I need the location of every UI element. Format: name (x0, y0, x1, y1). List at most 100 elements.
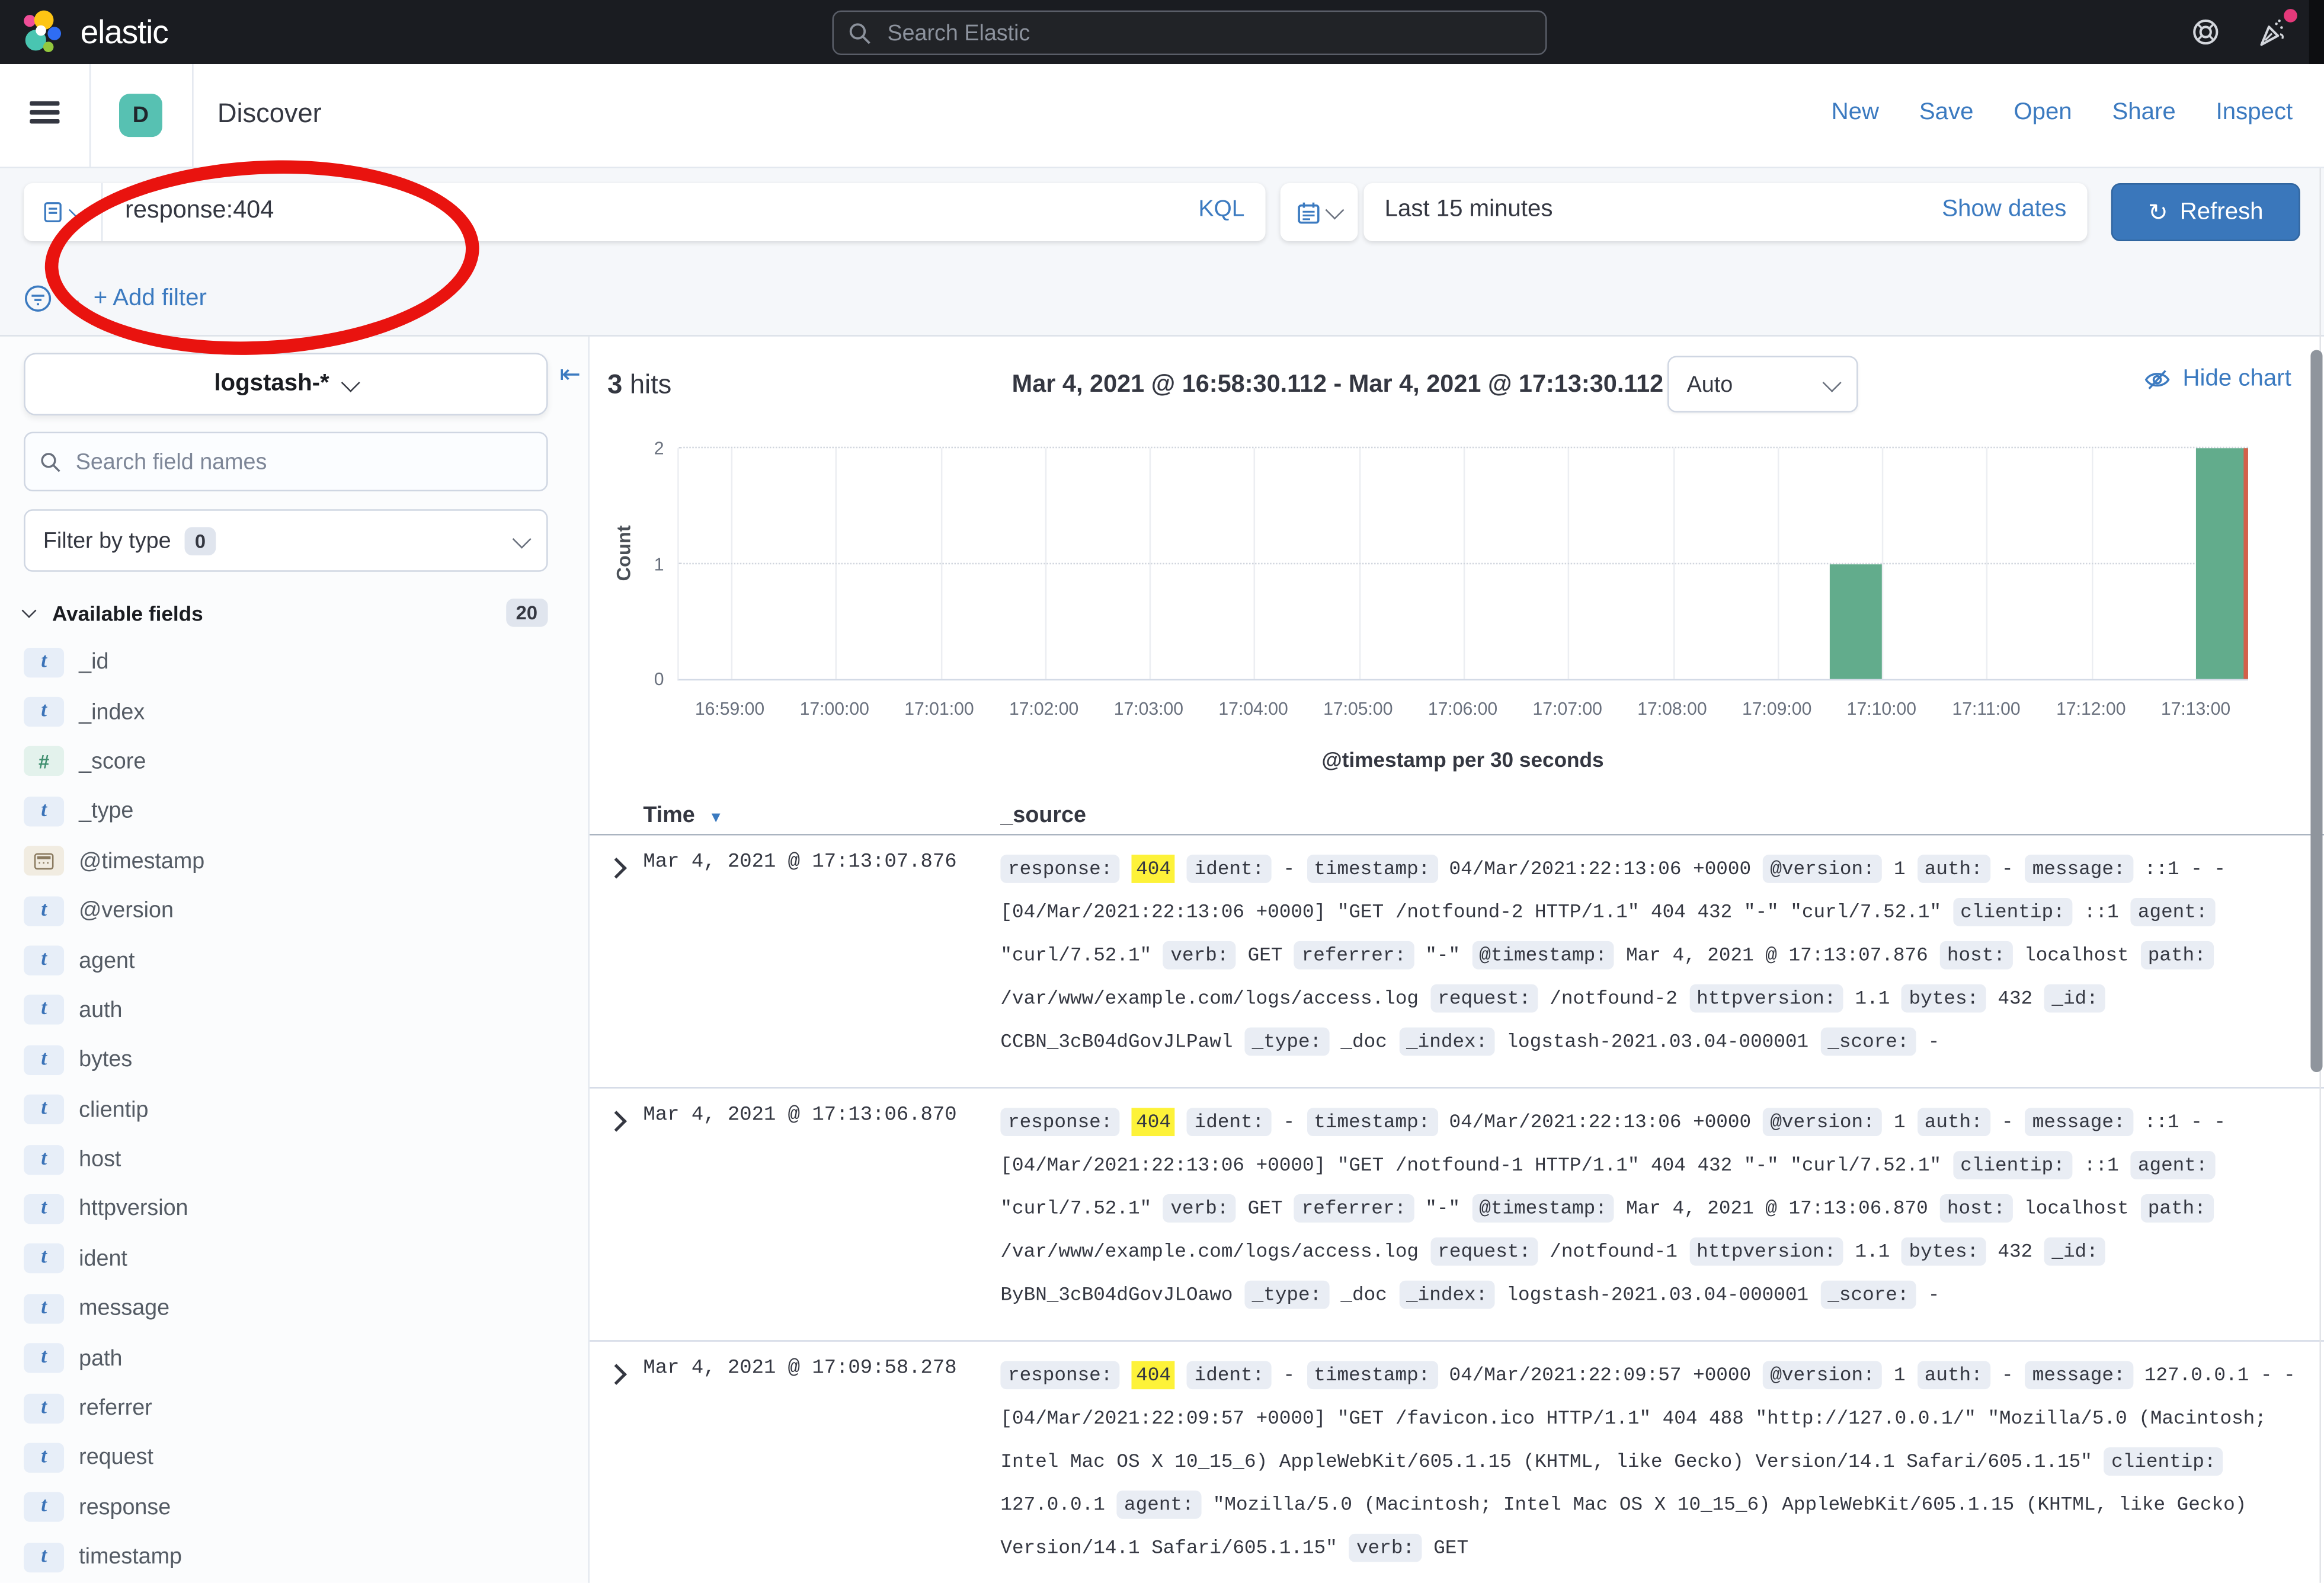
y-axis-tick-label: 2 (654, 438, 664, 459)
filter-icon[interactable] (24, 284, 52, 313)
field-name: _index (79, 699, 145, 725)
y-axis-tick-label: 1 (654, 553, 664, 574)
field-value: "curl/7.52.1" (1000, 1197, 1151, 1220)
appbar-action-open[interactable]: Open (2014, 100, 2072, 126)
global-search-input[interactable] (884, 18, 1530, 47)
sidebar-field-auth[interactable]: tauth (0, 986, 588, 1035)
query-input-value[interactable]: response:404 (125, 197, 274, 225)
interval-select[interactable]: Auto (1667, 356, 1858, 412)
field-name: @timestamp (79, 848, 204, 874)
sidebar-field-bytes[interactable]: tbytes (0, 1035, 588, 1085)
histogram-bar[interactable] (2196, 448, 2248, 679)
whats-new-icon[interactable] (2258, 17, 2288, 47)
field-search-input[interactable] (73, 447, 532, 476)
brand-name: elastic (81, 14, 168, 52)
scrollbar-thumb[interactable] (2310, 350, 2322, 1072)
sidebar-field-@timestamp[interactable]: @timestamp (0, 836, 588, 886)
sidebar-field-path[interactable]: tpath (0, 1333, 588, 1383)
document-time: Mar 4, 2021 @ 17:13:07.876 (643, 852, 956, 874)
field-value: 04/Mar/2021:22:09:57 +0000 (1449, 1364, 1751, 1386)
time-range-box: Last 15 minutes Show dates (1363, 183, 2087, 241)
document-source: response: 404 ident: - timestamp: 04/Mar… (1000, 836, 2324, 1082)
sidebar-field-clientip[interactable]: tclientip (0, 1085, 588, 1134)
hide-chart-button[interactable]: Hide chart (2144, 366, 2291, 393)
sidebar-field-response[interactable]: tresponse (0, 1483, 588, 1533)
scrollbar-top-cap (2309, 0, 2324, 64)
field-value: Mar 4, 2021 @ 17:13:06.870 (1626, 1197, 1928, 1220)
appbar-action-inspect[interactable]: Inspect (2216, 100, 2293, 126)
field-name: _id (79, 650, 108, 675)
document-source: response: 404 ident: - timestamp: 04/Mar… (1000, 1089, 2324, 1335)
field-key-pill: _id: (2044, 984, 2106, 1013)
sidebar-field-httpversion[interactable]: thttpversion (0, 1184, 588, 1234)
appbar-action-share[interactable]: Share (2112, 100, 2175, 126)
global-search-box[interactable] (832, 11, 1547, 55)
histogram-bar[interactable] (1830, 564, 1882, 679)
time-range-value[interactable]: Last 15 minutes (1385, 197, 1553, 223)
field-value: 1.1 (1855, 987, 1890, 1010)
breadcrumb-app-badge[interactable]: D (119, 94, 162, 137)
field-search-box[interactable] (24, 432, 548, 492)
sidebar-field-@version[interactable]: t@version (0, 886, 588, 936)
sidebar-field-ident[interactable]: tident (0, 1234, 588, 1284)
field-key-pill: ident: (1187, 1108, 1272, 1136)
sidebar-field-_type[interactable]: t_type (0, 786, 588, 836)
field-name: request (79, 1445, 153, 1470)
field-type-string-badge: t (24, 1244, 64, 1274)
expand-row-chevron[interactable] (606, 1111, 627, 1132)
sidebar-field-request[interactable]: trequest (0, 1433, 588, 1483)
time-column-header[interactable]: Time ▼ (643, 802, 723, 828)
field-value: GET (1248, 944, 1283, 967)
appbar-action-save[interactable]: Save (1919, 100, 1974, 126)
field-key-pill: @timestamp: (1472, 941, 1615, 970)
histogram-chart[interactable] (677, 448, 2248, 680)
add-filter-button[interactable]: + Add filter (94, 285, 207, 312)
help-icon[interactable] (2191, 18, 2220, 46)
field-key-pill: path: (2140, 1194, 2213, 1223)
filter-by-type-dropdown[interactable]: Filter by type 0 (24, 509, 548, 572)
notification-dot (2284, 8, 2297, 22)
field-value: logstash-2021.03.04-000001 (1506, 1031, 1808, 1053)
field-key-pill: _score: (1820, 1281, 1916, 1309)
field-key-pill: response: (1000, 855, 1120, 883)
collapse-sidebar-icon[interactable]: ⇤ (559, 360, 581, 390)
field-key-pill: clientip: (1953, 898, 2073, 926)
expand-row-chevron[interactable] (606, 858, 627, 879)
refresh-button[interactable]: ↻ Refresh (2111, 183, 2300, 241)
field-value: - (1928, 1031, 1940, 1053)
sidebar-field-timestamp[interactable]: ttimestamp (0, 1532, 588, 1582)
sort-desc-icon[interactable]: ▼ (709, 810, 724, 827)
sidebar-field-_score[interactable]: #_score (0, 737, 588, 786)
sidebar-field-host[interactable]: thost (0, 1134, 588, 1184)
saved-query-menu[interactable] (24, 183, 103, 241)
elastic-brand[interactable]: elastic (21, 9, 168, 56)
filter-by-type-label: Filter by type (43, 528, 171, 554)
y-axis-tick-label: 0 (654, 669, 664, 689)
sidebar-field-_id[interactable]: t_id (0, 637, 588, 687)
expand-row-chevron[interactable] (606, 1364, 627, 1385)
highlighted-value: 404 (1132, 1361, 1176, 1389)
sidebar-field-_index[interactable]: t_index (0, 687, 588, 737)
sidebar-field-agent[interactable]: tagent (0, 936, 588, 986)
highlighted-value: 404 (1132, 855, 1176, 883)
x-axis-tick-label: 17:09:00 (1742, 698, 1811, 719)
query-language-button[interactable]: KQL (1199, 197, 1245, 223)
menu-icon[interactable] (30, 101, 59, 125)
field-key-pill: bytes: (1902, 1237, 1986, 1266)
field-value: - (2002, 1111, 2014, 1133)
index-pattern-selector[interactable]: logstash-* (24, 353, 548, 415)
date-quick-select-button[interactable] (1281, 183, 1358, 241)
sidebar-field-referrer[interactable]: treferrer (0, 1383, 588, 1433)
field-type-string-badge: t (24, 1344, 64, 1373)
field-name: ident (79, 1246, 127, 1272)
kibana-discover-page: elastic (0, 0, 2324, 1583)
available-fields-header[interactable]: Available fields 20 (24, 599, 548, 627)
field-key-pill: @version: (1763, 1108, 1883, 1136)
field-name: clientip (79, 1097, 148, 1123)
query-input-box[interactable]: response:404 KQL (24, 183, 1265, 241)
appbar-action-new[interactable]: New (1832, 100, 1879, 126)
sidebar-field-message[interactable]: tmessage (0, 1284, 588, 1333)
field-value: localhost (2024, 1197, 2128, 1220)
app-header: D Discover NewSaveOpenShareInspect (0, 64, 2324, 168)
show-dates-button[interactable]: Show dates (1942, 197, 2066, 223)
